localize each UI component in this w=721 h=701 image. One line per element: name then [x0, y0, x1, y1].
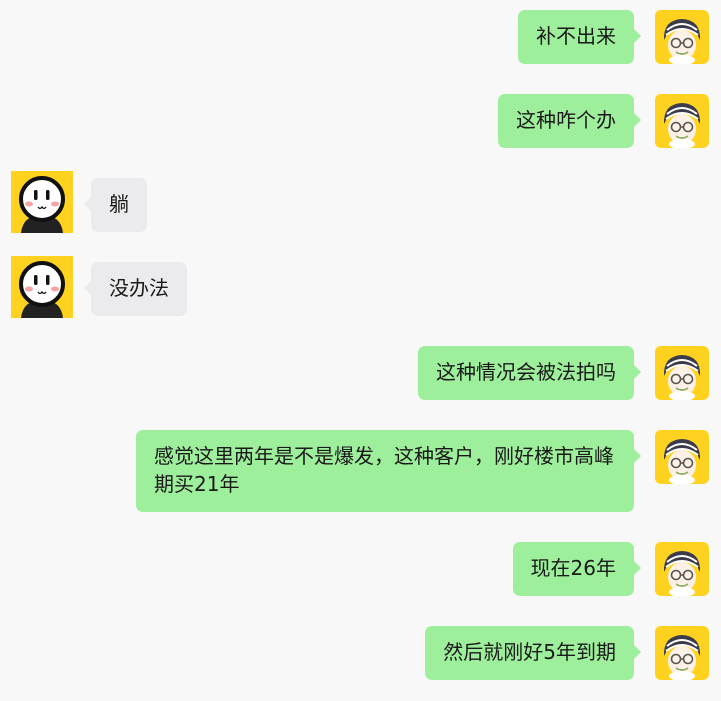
message-row: 现在26年: [0, 542, 721, 596]
self-avatar-icon[interactable]: [655, 10, 709, 64]
message-bubble-outgoing[interactable]: 这种咋个办: [498, 94, 641, 148]
message-bubble-outgoing[interactable]: 感觉这里两年是不是爆发，这种客户，刚好楼市高峰期买21年: [136, 430, 641, 512]
message-row: 补不出来: [0, 10, 721, 64]
message-bubble-incoming[interactable]: 没办法: [84, 262, 187, 316]
message-bubble-outgoing[interactable]: 补不出来: [518, 10, 641, 64]
message-row: 这种情况会被法拍吗: [0, 346, 721, 400]
message-bubble-outgoing[interactable]: 然后就刚好5年到期: [425, 626, 641, 680]
self-avatar-icon[interactable]: [655, 430, 709, 484]
message-row: 躺: [0, 171, 721, 233]
self-avatar-icon[interactable]: [655, 94, 709, 148]
self-avatar-icon[interactable]: [655, 346, 709, 400]
self-avatar-icon[interactable]: [655, 626, 709, 680]
message-row: 感觉这里两年是不是爆发，这种客户，刚好楼市高峰期买21年: [0, 430, 721, 512]
contact-avatar-icon[interactable]: [11, 256, 73, 318]
message-row: 没办法: [0, 256, 721, 318]
self-avatar-icon[interactable]: [655, 542, 709, 596]
message-bubble-outgoing[interactable]: 这种情况会被法拍吗: [418, 346, 641, 400]
message-bubble-incoming[interactable]: 躺: [84, 178, 147, 232]
message-row: 这种咋个办: [0, 94, 721, 148]
message-row: 然后就刚好5年到期: [0, 626, 721, 680]
message-bubble-outgoing[interactable]: 现在26年: [512, 542, 642, 596]
contact-avatar-icon[interactable]: [11, 171, 73, 233]
